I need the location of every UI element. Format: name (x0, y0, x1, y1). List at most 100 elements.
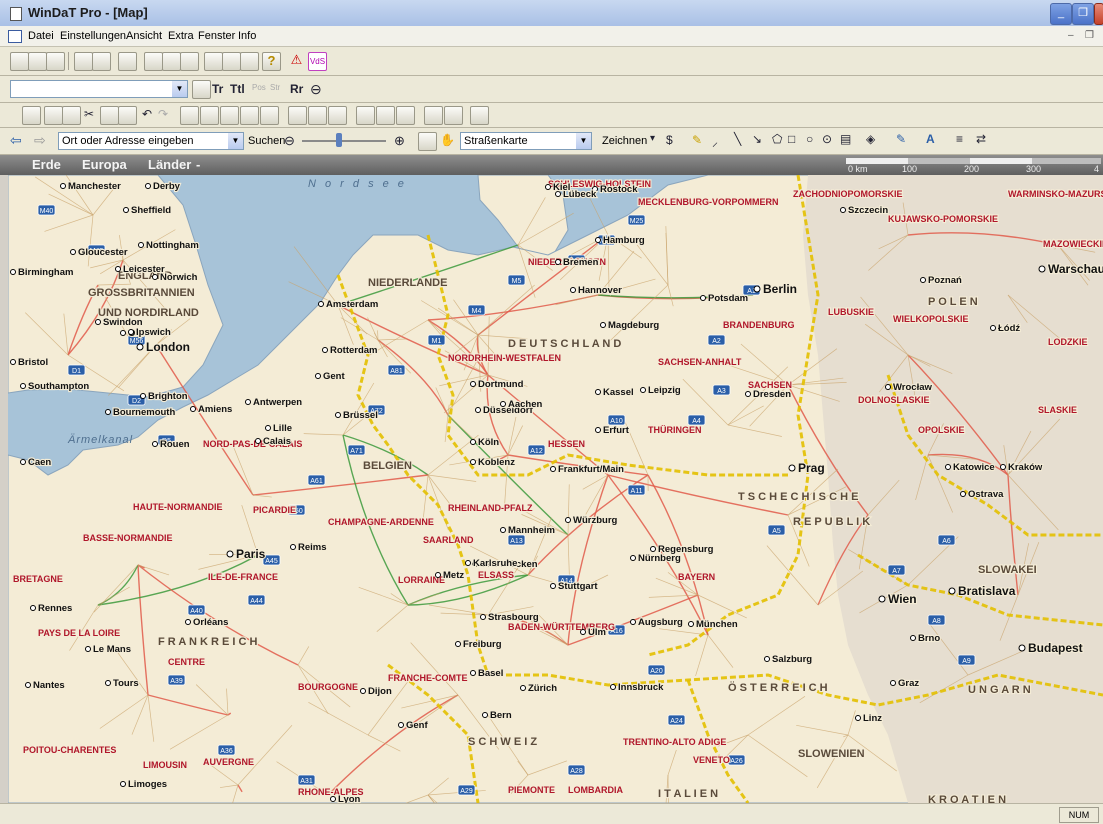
calculator-icon[interactable] (204, 52, 223, 71)
zoom-slider[interactable] (302, 140, 386, 142)
save-icon[interactable] (46, 52, 65, 71)
back-arrow-icon[interactable]: ⇦ (10, 132, 22, 149)
globe-icon[interactable] (396, 106, 415, 125)
fill-color-icon[interactable]: ◈ (866, 132, 875, 146)
print-small-icon[interactable] (44, 106, 63, 125)
hand-pan-icon[interactable]: ✋ (440, 133, 455, 147)
address-search-input[interactable]: Ort oder Adresse eingeben ▼ (58, 132, 244, 150)
text-pos-icon[interactable]: Pos (252, 83, 266, 92)
line-icon[interactable]: ╲ (734, 132, 741, 146)
mdi-minimize-button[interactable]: – (1068, 30, 1074, 41)
zoom-in-icon[interactable]: ⊕ (394, 133, 405, 149)
menu-extra[interactable]: Extra (168, 30, 194, 42)
freehand-icon[interactable]: ⸝ (712, 133, 718, 150)
text-style-ttl-icon[interactable]: Ttl (230, 82, 245, 96)
route-icon[interactable] (144, 52, 163, 71)
breadcrumb-europe[interactable]: Europa (82, 157, 127, 172)
zoom-out-icon[interactable]: ⊖ (284, 133, 295, 149)
menu-info[interactable]: Info (238, 30, 256, 42)
drawing-menu[interactable]: Zeichnen (602, 135, 647, 147)
new-file-icon[interactable] (10, 52, 29, 71)
layer-combo[interactable]: ▼ (10, 80, 188, 98)
region-label: ELSASS (478, 570, 514, 580)
properties-icon[interactable] (180, 106, 199, 125)
minimize-button[interactable]: _ (1050, 3, 1072, 25)
vds-icon[interactable]: VdS (308, 52, 327, 71)
city-dot (601, 323, 606, 328)
pencil-icon[interactable] (222, 52, 241, 71)
breadcrumb-dropdown[interactable]: - (196, 157, 200, 172)
export-icon[interactable] (328, 106, 347, 125)
text-str-icon[interactable]: Str (270, 83, 280, 92)
forward-arrow-icon[interactable]: ⇨ (34, 132, 46, 149)
undo-icon[interactable]: ↶ (142, 107, 152, 121)
city-label: Amsterdam (326, 299, 378, 310)
tree-icon[interactable] (308, 106, 327, 125)
line-style-icon[interactable]: ≡ (956, 132, 963, 146)
list-icon[interactable] (192, 80, 211, 99)
warning-icon[interactable]: ⚠ (288, 52, 305, 69)
font-color-icon[interactable]: A (926, 132, 935, 146)
map-edit-icon[interactable] (424, 106, 443, 125)
network-icon[interactable] (356, 106, 375, 125)
print-icon[interactable] (74, 52, 93, 71)
chevron-down-icon[interactable]: ▼ (576, 133, 591, 149)
rotate-icon[interactable]: ⊖ (310, 81, 322, 98)
help-small-icon[interactable] (470, 106, 489, 125)
menu-datei[interactable]: Datei (28, 30, 54, 42)
person-icon[interactable] (220, 106, 239, 125)
target-icon[interactable]: ⊙ (822, 132, 832, 146)
binoculars-icon[interactable] (180, 52, 199, 71)
save-small-icon[interactable] (22, 106, 41, 125)
paste-icon[interactable] (118, 106, 137, 125)
ellipse-icon[interactable]: ○ (806, 132, 813, 146)
menu-fenster[interactable]: Fenster (198, 30, 235, 42)
city-dot (765, 657, 770, 662)
rectangle-icon[interactable]: □ (788, 132, 795, 146)
map-type-select[interactable]: Straßenkarte ▼ (460, 132, 592, 150)
gear-icon[interactable] (162, 52, 181, 71)
car-icon[interactable] (240, 106, 259, 125)
sign-icon[interactable] (260, 106, 279, 125)
city-dot (61, 184, 66, 189)
map-canvas[interactable]: A1A2A3A4A5A6A7A8A9A10A11A12A13A14A16A20A… (8, 175, 1103, 803)
help-icon[interactable]: ? (262, 52, 281, 71)
lock-icon[interactable] (118, 52, 137, 71)
cut-icon[interactable]: ✂ (84, 107, 94, 121)
arrow-style-icon[interactable]: ⇄ (976, 132, 986, 146)
layers-icon[interactable] (288, 106, 307, 125)
record-icon[interactable] (376, 106, 395, 125)
edit-icon[interactable] (200, 106, 219, 125)
region-label: LOMBARDIA (568, 785, 623, 795)
dollar-icon[interactable]: $ (666, 133, 673, 147)
print-preview-icon[interactable] (92, 52, 111, 71)
close-button[interactable] (1094, 3, 1103, 25)
image-icon[interactable]: ▤ (840, 132, 851, 146)
grid-icon[interactable] (444, 106, 463, 125)
flag-icon[interactable] (240, 52, 259, 71)
open-folder-icon[interactable] (28, 52, 47, 71)
search-button[interactable]: Suchen (248, 135, 285, 147)
menu-ansicht[interactable]: Ansicht (126, 30, 162, 42)
line-color-icon[interactable]: ✎ (896, 132, 906, 146)
breadcrumb-earth[interactable]: Erde (32, 157, 61, 172)
chevron-down-icon[interactable]: ▼ (172, 81, 187, 97)
chevron-down-icon[interactable]: ▼ (228, 133, 243, 149)
breadcrumb-countries[interactable]: Länder (148, 157, 191, 172)
redo-icon[interactable]: ↷ (158, 107, 168, 121)
arrow-line-icon[interactable]: ↘ (752, 132, 762, 146)
preview-small-icon[interactable] (62, 106, 81, 125)
document-icon[interactable] (8, 30, 22, 43)
city-label: Strasbourg (488, 612, 539, 623)
highlighter-icon[interactable]: ✎ (692, 133, 702, 147)
zoom-slider-handle[interactable] (336, 133, 342, 147)
map-view[interactable]: A1A2A3A4A5A6A7A8A9A10A11A12A13A14A16A20A… (8, 175, 1103, 803)
text-rr-icon[interactable]: Rr (290, 82, 303, 96)
menu-einstellungen[interactable]: Einstellungen (60, 30, 126, 42)
mdi-restore-button[interactable]: ❐ (1085, 30, 1094, 41)
copy-icon[interactable] (100, 106, 119, 125)
polygon-icon[interactable]: ⬠ (772, 132, 782, 146)
select-icon[interactable] (418, 132, 437, 151)
restore-button[interactable]: ❐ (1072, 3, 1094, 25)
text-style-tr-icon[interactable]: Tr (212, 82, 223, 96)
